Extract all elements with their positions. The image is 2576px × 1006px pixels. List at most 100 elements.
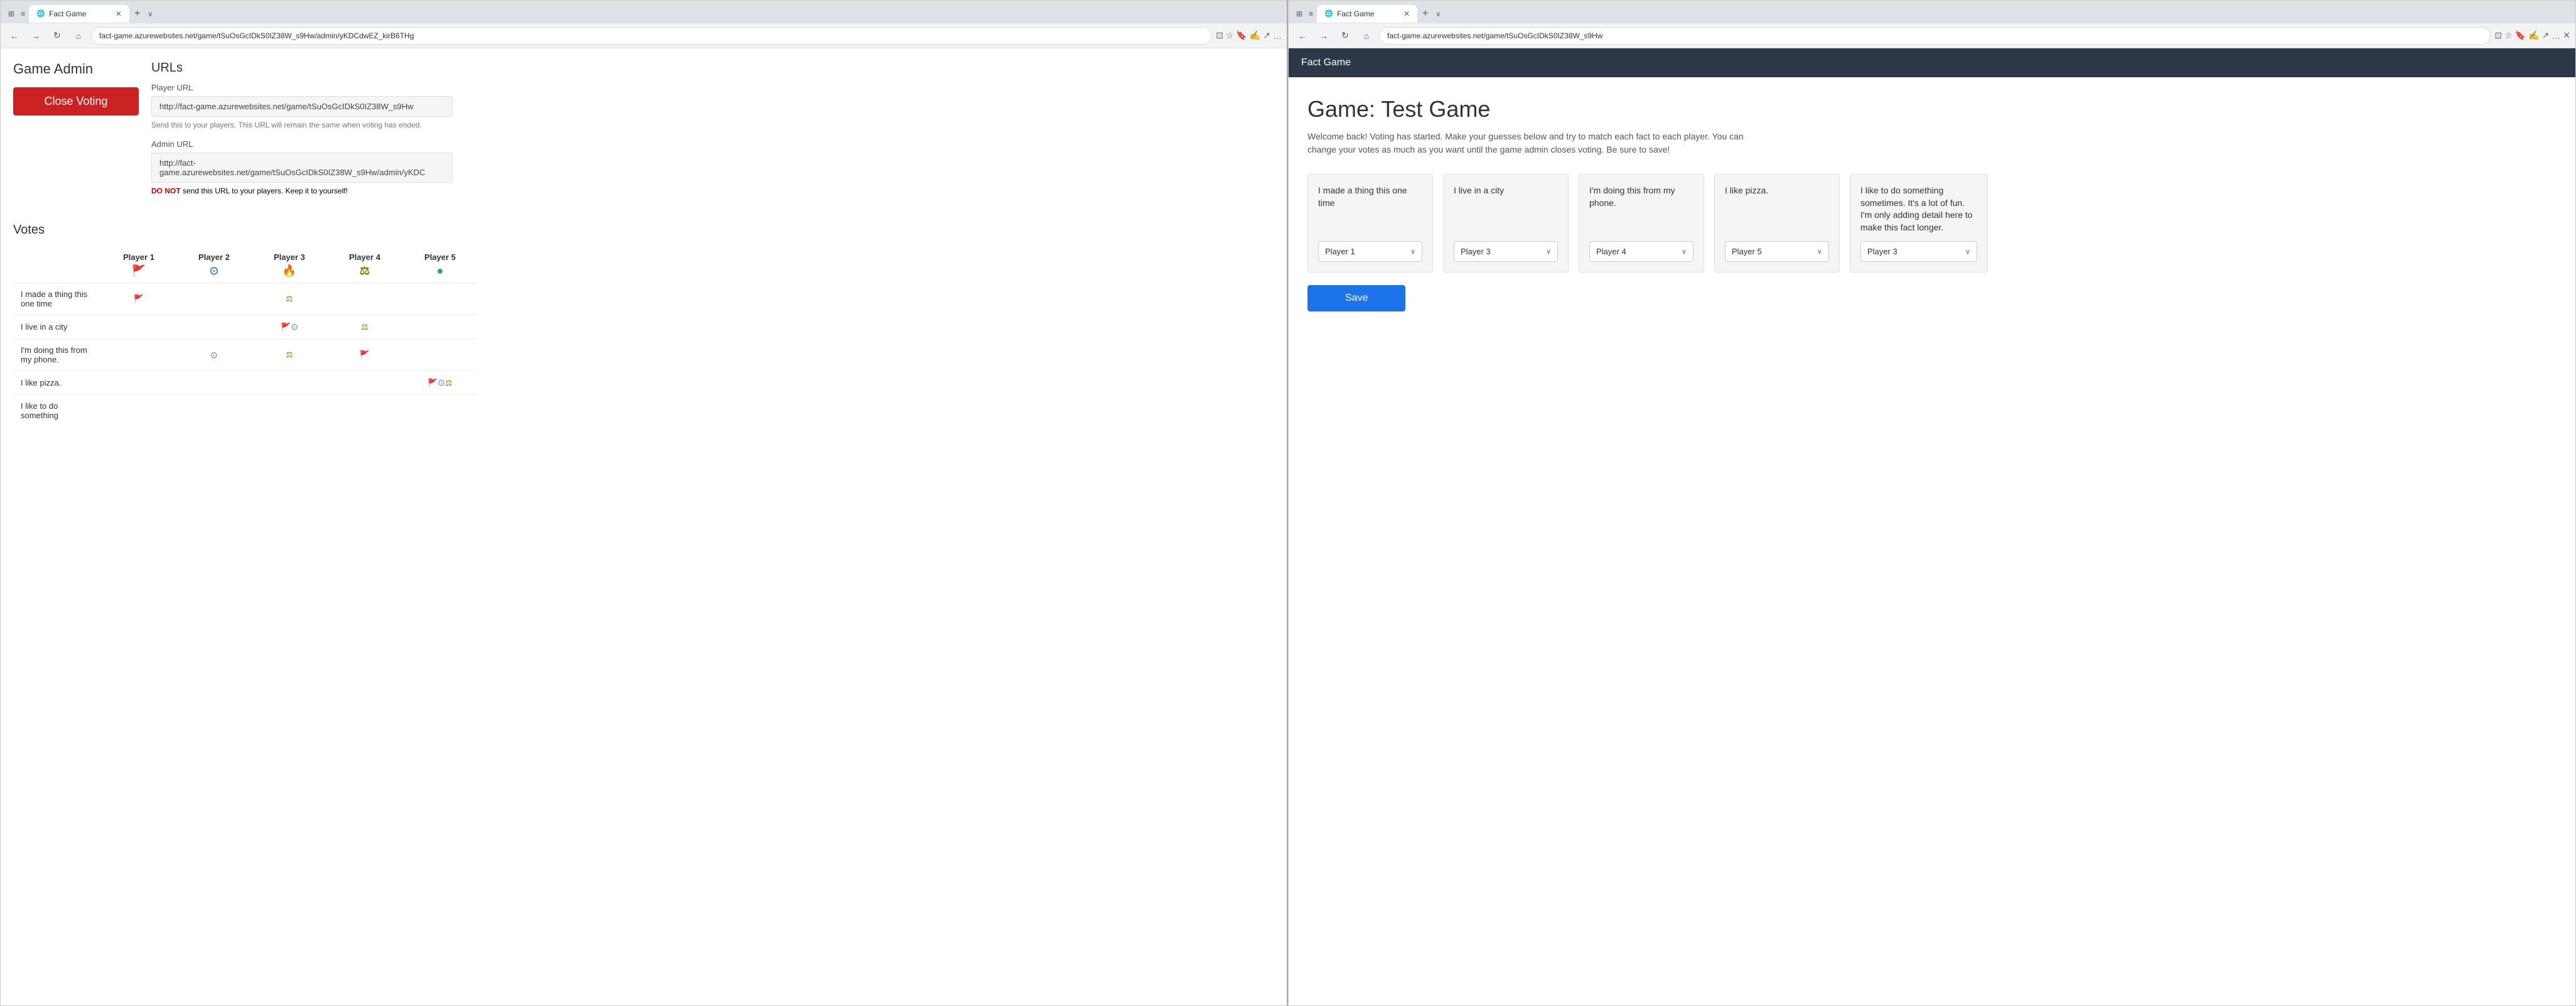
home-button-left[interactable]: ⌂ xyxy=(70,27,87,45)
chevron-down-icon-1: ∨ xyxy=(1410,247,1415,256)
bookmark-icon-right[interactable]: 🔖 xyxy=(2515,30,2526,41)
tab-bar-left: ⊞ ≡ 🌐 Fact Game ✕ + ∨ xyxy=(1,1,1287,23)
player-select-5[interactable]: Player 3 ∨ xyxy=(1860,241,1977,262)
fact-text-1: I made a thing this one time xyxy=(1318,185,1422,234)
vote-icon: 🚩 xyxy=(281,322,291,332)
url-input-right[interactable] xyxy=(1379,27,2491,45)
vote-p1 xyxy=(101,371,176,395)
annotate-icon-right[interactable]: ✍ xyxy=(2528,30,2539,41)
do-not-text: DO NOT xyxy=(151,187,181,195)
player-url-label: Player URL xyxy=(151,83,478,92)
vote-p4 xyxy=(327,395,402,427)
annotate-icon[interactable]: ✍ xyxy=(1250,30,1260,41)
fact-text-5: I like to do something sometimes. It's a… xyxy=(1860,185,1977,234)
admin-url-warning: DO NOT send this URL to your players. Ke… xyxy=(151,187,478,195)
bookmark-icon[interactable]: 🔖 xyxy=(1236,30,1247,41)
save-button[interactable]: Save xyxy=(1307,285,1405,311)
vote-p1: 🚩 xyxy=(101,283,176,315)
vote-icon: ⊙ xyxy=(210,350,218,360)
address-bar-left: ← → ↻ ⌂ ⊡ ☆ 🔖 ✍ ↗ … xyxy=(1,23,1287,48)
star-icon-right[interactable]: ☆ xyxy=(2504,30,2513,41)
tab-fact-game-right[interactable]: 🌐 Fact Game ✕ xyxy=(1317,5,1417,23)
star-icon[interactable]: ☆ xyxy=(1226,30,1234,41)
forward-button-left[interactable]: → xyxy=(27,27,45,45)
admin-url-box[interactable]: http://fact-game.azurewebsites.net/game/… xyxy=(151,153,453,183)
vote-p1 xyxy=(101,315,176,339)
game-admin-title: Game Admin xyxy=(13,61,139,77)
player3-icon: 🔥 xyxy=(282,264,296,278)
tab-bar-right: ⊞ ≡ 🌐 Fact Game ✕ + ∨ xyxy=(1289,1,2575,23)
urls-title: URLs xyxy=(151,61,478,75)
player1-icon: 🚩 xyxy=(132,264,146,278)
tab-chevron-left[interactable]: ∨ xyxy=(145,9,155,19)
game-subtitle: Welcome back! Voting has started. Make y… xyxy=(1307,130,1747,156)
vote-p1 xyxy=(101,395,176,427)
tab-title-left: Fact Game xyxy=(49,9,86,18)
vote-icon: 🚩 xyxy=(134,294,144,303)
votes-table: Player 1 🚩 Player 2 ⊙ xyxy=(13,247,478,426)
tab-favicon-right: 🌐 xyxy=(1324,9,1333,18)
player-select-3[interactable]: Player 4 ∨ xyxy=(1589,241,1693,262)
reader-icon: ⊡ xyxy=(1216,30,1223,41)
address-bar-icons-right: ⊡ ☆ 🔖 ✍ ↗ … ✕ xyxy=(2494,30,2570,41)
selected-player-1: Player 1 xyxy=(1325,247,1355,256)
player-select-1[interactable]: Player 1 ∨ xyxy=(1318,241,1422,262)
tab-close-left[interactable]: ✕ xyxy=(115,9,122,18)
share-icon[interactable]: ↗ xyxy=(1263,30,1270,41)
fact-card-5: I like to do something sometimes. It's a… xyxy=(1850,174,1988,273)
refresh-button-right[interactable]: ↻ xyxy=(1336,27,1354,45)
reader-icon-right: ⊡ xyxy=(2494,30,2502,41)
col-header-p3: Player 3 🔥 xyxy=(252,247,327,283)
selected-player-2: Player 3 xyxy=(1461,247,1491,256)
refresh-button-left[interactable]: ↻ xyxy=(48,27,66,45)
table-row: I like pizza. 🚩⊙⚖ xyxy=(13,371,478,395)
vote-p3: ⚖ xyxy=(252,339,327,371)
close-voting-button[interactable]: Close Voting xyxy=(13,87,139,116)
share-icon-right[interactable]: ↗ xyxy=(2542,30,2550,41)
vote-p2 xyxy=(176,315,252,339)
tab-group-icon: ⊞ xyxy=(6,9,17,18)
fact-card-4: I like pizza. Player 5 ∨ xyxy=(1714,174,1840,273)
vote-p3 xyxy=(252,371,327,395)
vote-p2: ⊙ xyxy=(176,339,252,371)
fact-card-1: I made a thing this one time Player 1 ∨ xyxy=(1307,174,1433,273)
fact-card-3: I'm doing this from my phone. Player 4 ∨ xyxy=(1579,174,1704,273)
back-button-left[interactable]: ← xyxy=(6,27,23,45)
admin-url-label: Admin URL xyxy=(151,139,478,149)
chevron-down-icon-4: ∨ xyxy=(1817,247,1822,256)
url-input-left[interactable] xyxy=(91,27,1212,45)
col-header-p5: Player 5 ● xyxy=(402,247,478,283)
vote-p4: 🚩 xyxy=(327,339,402,371)
player4-icon: ⚖ xyxy=(360,264,370,278)
forward-button-right[interactable]: → xyxy=(1315,27,1333,45)
tab-title-right: Fact Game xyxy=(1337,9,1374,18)
fact-text-3: I'm doing this from my phone. xyxy=(1589,185,1693,234)
vote-p2 xyxy=(176,283,252,315)
tab-fact-game-left[interactable]: 🌐 Fact Game ✕ xyxy=(29,5,129,23)
new-tab-button-left[interactable]: + xyxy=(131,7,144,21)
col-header-p1: Player 1 🚩 xyxy=(101,247,176,283)
tab-chevron-right[interactable]: ∨ xyxy=(1433,9,1443,19)
home-button-right[interactable]: ⌂ xyxy=(1358,27,1375,45)
fact-text-2: I live in a city xyxy=(1454,185,1558,234)
tab-list-icon: ≡ xyxy=(18,9,28,18)
tab-close-right[interactable]: ✕ xyxy=(1403,9,1410,18)
address-bar-right: ← → ↻ ⌂ ⊡ ☆ 🔖 ✍ ↗ … ✕ xyxy=(1289,23,2575,48)
warning-text: send this URL to your players. Keep it t… xyxy=(183,187,348,195)
table-row: I live in a city 🚩⊙ ⚖ xyxy=(13,315,478,339)
player5-label: Player 5 xyxy=(424,252,456,262)
col-header-fact xyxy=(13,247,101,283)
chevron-down-icon-2: ∨ xyxy=(1546,247,1551,256)
player-select-2[interactable]: Player 3 ∨ xyxy=(1454,241,1558,262)
more-icon[interactable]: … xyxy=(1273,31,1282,41)
game-header-title: Fact Game xyxy=(1301,57,1351,68)
vote-p5 xyxy=(402,283,478,315)
player-url-box[interactable]: http://fact-game.azurewebsites.net/game/… xyxy=(151,96,453,117)
player-select-4[interactable]: Player 5 ∨ xyxy=(1725,241,1829,262)
back-button-right[interactable]: ← xyxy=(1294,27,1311,45)
new-tab-button-right[interactable]: + xyxy=(1419,7,1432,21)
player4-label: Player 4 xyxy=(349,252,380,262)
more-icon-right[interactable]: … xyxy=(2552,31,2560,41)
close-window-icon[interactable]: ✕ xyxy=(2563,30,2570,41)
vote-p2 xyxy=(176,371,252,395)
